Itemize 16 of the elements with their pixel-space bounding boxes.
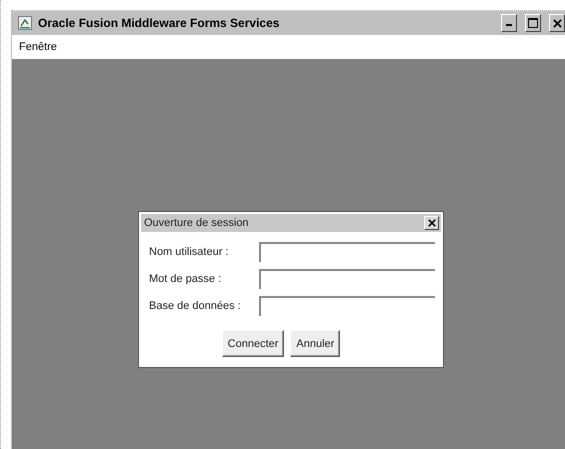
app-icon [18, 16, 32, 30]
maximize-icon [528, 18, 538, 28]
dialog-title: Ouverture de session [144, 217, 250, 229]
field-label: Nom utilisateur : [149, 246, 230, 258]
close-icon [552, 18, 562, 28]
dialog-close-button[interactable] [424, 216, 439, 230]
dialog-button[interactable]: Connecter [222, 330, 284, 357]
close-button[interactable] [549, 14, 565, 32]
field-label: Base de données : [149, 300, 242, 312]
menu-item[interactable]: Fenêtre [19, 41, 57, 53]
maximize-button[interactable] [525, 14, 541, 32]
close-icon [428, 219, 436, 227]
field-label: Mot de passe : [149, 273, 222, 285]
dialog-button[interactable]: Annuler [290, 330, 340, 357]
minimize-button[interactable] [501, 14, 517, 32]
window-title: Oracle Fusion Middleware Forms Services [38, 16, 280, 30]
